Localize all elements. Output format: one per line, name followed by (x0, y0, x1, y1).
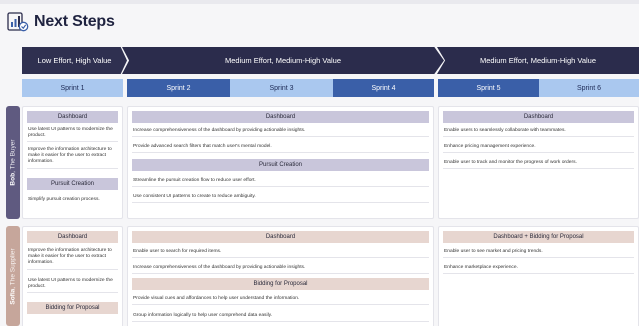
section-header: Dashboard (27, 231, 118, 243)
effort-medium-high-2: Medium Effort, Medium-High Value (437, 47, 639, 74)
persona-role: The Buyer (9, 139, 17, 170)
list-item: Enhance marketplace experience. (443, 264, 634, 275)
section-header: Dashboard (132, 111, 429, 123)
section-header: Pursuit Creation (132, 159, 429, 171)
list-item: Use latest UI patterns to modernize the … (27, 277, 118, 294)
effort-medium-high-1: Medium Effort, Medium-High Value (122, 47, 444, 74)
roadmap-chart-icon (7, 12, 29, 32)
list-item: Enable user to search for required items… (132, 248, 429, 259)
sprint-5: Sprint 5 (438, 79, 539, 97)
sofia-sprint-1-column: Dashboard Improve the information archit… (22, 226, 123, 326)
bob-sprint-2-4-column: Dashboard Increase comprehensiveness of … (127, 106, 434, 219)
list-item: Provide advanced search filters that mat… (132, 143, 429, 154)
persona-sofia-tab: Sofia, The Supplier (6, 226, 20, 326)
list-item: Group information logically to help user… (132, 312, 429, 323)
list-item: Use latest UI patterns to modernize the … (27, 126, 118, 143)
list-item: Streamline the pursuit creation flow to … (132, 177, 429, 188)
list-item: Enable users to seamlessly collaborate w… (443, 127, 634, 138)
sprint-6: Sprint 6 (539, 79, 639, 97)
section-header: Pursuit Creation (27, 178, 118, 190)
sprint-3: Sprint 3 (230, 79, 333, 97)
section-header: Dashboard (132, 231, 429, 243)
section-header: Bidding for Proposal (27, 302, 118, 314)
list-item: Use consistent UI patterns to create to … (132, 193, 429, 204)
list-item: Enhance pricing management experience. (443, 143, 634, 154)
list-item: Improve the information architecture to … (27, 247, 118, 270)
sprint-1: Sprint 1 (22, 79, 123, 97)
sofia-sprint-2-4-column: Dashboard Enable user to search for requ… (127, 226, 434, 326)
section-header: Bidding for Proposal (132, 278, 429, 290)
bob-sprint-5-6-column: Dashboard Enable users to seamlessly col… (438, 106, 639, 219)
section-header: Dashboard + Bidding for Proposal (443, 231, 634, 243)
top-bar (0, 0, 639, 4)
sprint-4: Sprint 4 (333, 79, 434, 97)
list-item: Improve the information architecture to … (27, 146, 118, 169)
list-item: Enable user to track and monitor the pro… (443, 159, 634, 170)
list-item: Increase comprehensiveness of the dashbo… (132, 264, 429, 275)
bob-sprint-1-column: Dashboard Use latest UI patterns to mode… (22, 106, 123, 219)
persona-name: Sofia (9, 288, 17, 305)
header: Next Steps (7, 9, 115, 35)
persona-name: Bob (9, 172, 17, 186)
sprint-2: Sprint 2 (127, 79, 230, 97)
persona-role: The Supplier (9, 247, 17, 285)
section-header: Dashboard (443, 111, 634, 123)
sofia-sprint-5-6-column: Dashboard + Bidding for Proposal Enable … (438, 226, 639, 326)
list-item: Simplify pursuit creation process. (28, 197, 100, 202)
list-item: Increase comprehensiveness of the dashbo… (132, 127, 429, 138)
list-item: Provide visual cues and affordances to h… (132, 295, 429, 306)
persona-bob-tab: Bob, The Buyer (6, 106, 20, 219)
effort-low-high: Low Effort, High Value (22, 47, 127, 74)
list-item: Enable user to see market and pricing tr… (443, 248, 634, 259)
section-header: Dashboard (27, 111, 118, 123)
page-title: Next Steps (34, 13, 115, 30)
